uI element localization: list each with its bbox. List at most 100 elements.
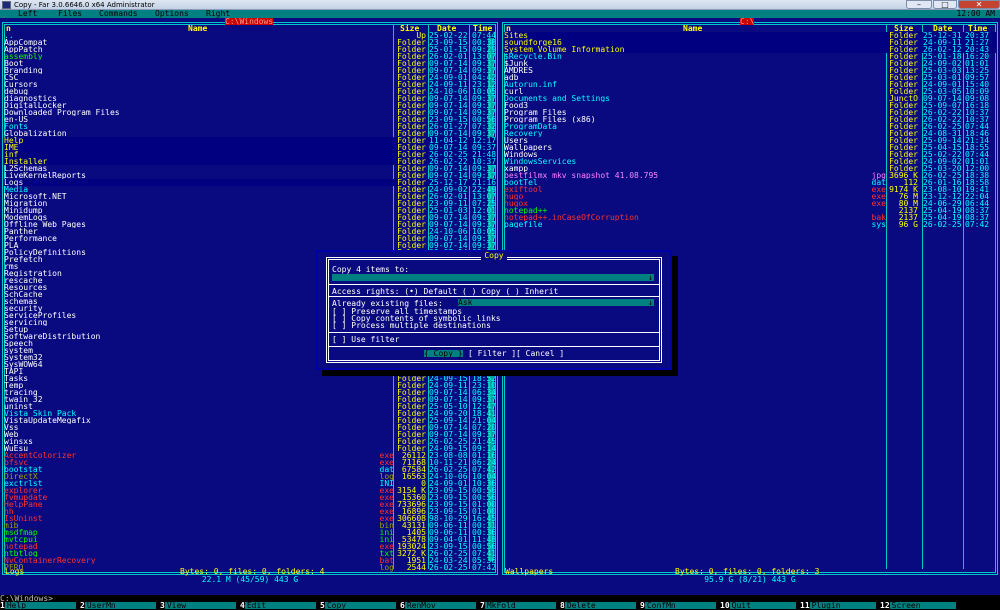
file-name: ntbtlog — [4, 550, 38, 557]
left-panel-footer: 22.1 M (45/59) 443 G — [201, 575, 299, 584]
minimize-button[interactable]: – — [906, 0, 932, 9]
right-file-list: Sites Folder 25-12-31 20:37 soundforge16 Fold… — [504, 32, 996, 229]
copy-count-label: Copy 4 items to: — [332, 265, 410, 274]
file-name: msdfmap — [4, 529, 38, 536]
file-name: DigitalLocker — [4, 102, 67, 109]
file-name: exiftool — [504, 186, 543, 193]
dialog-separator — [328, 284, 660, 285]
chevron-down-icon[interactable]: ↓ — [648, 299, 653, 307]
menu-commands[interactable]: Commands — [99, 10, 138, 18]
file-name: Performance — [4, 235, 57, 242]
fkey-view[interactable]: 3 View — [160, 602, 236, 610]
menu-bar: Left Files Commands Options Right — [0, 10, 1000, 18]
fkey-help[interactable]: 1 Help — [0, 602, 76, 610]
file-name: ProgramData — [504, 123, 557, 130]
copy-button[interactable]: { Copy } — [424, 350, 463, 358]
file-name: Microsoft.NET — [4, 193, 67, 200]
menu-options[interactable]: Options — [155, 10, 189, 18]
file-name: PLA — [4, 242, 19, 249]
right-selection-stat: Bytes: 0, files: 0, folders: 3 — [675, 567, 820, 576]
file-name: curl — [504, 88, 524, 95]
file-name: Branding — [4, 67, 43, 74]
dialog-separator — [328, 332, 660, 333]
file-name: Cursors — [4, 81, 38, 88]
file-name: L2Schemas — [4, 165, 48, 172]
fkey-delete[interactable]: 8 Delete — [560, 602, 636, 610]
fkey-renmov[interactable]: 6 RenMov — [400, 602, 476, 610]
fkey-copy[interactable]: 5 Copy — [320, 602, 396, 610]
file-name: Installer — [4, 158, 48, 165]
file-name: WuEsu — [4, 445, 29, 452]
file-name: WindowsServices — [504, 158, 577, 165]
file-name: System Volume Information — [504, 46, 625, 53]
file-name: hugo — [504, 193, 524, 200]
close-button[interactable]: ✕ — [958, 0, 1000, 9]
file-name: Autorun.inf — [504, 81, 557, 88]
history-arrow-icon[interactable]: ↓ — [648, 274, 653, 282]
file-name: Sites — [504, 32, 529, 39]
file-name: winsxs — [4, 438, 33, 445]
fkey-edit[interactable]: 4 Edit — [240, 602, 316, 610]
cancel-button[interactable]: [ Cancel ] — [516, 350, 564, 358]
fkey-confmn[interactable]: 9 ConfMn — [640, 602, 716, 610]
left-panel-path: C:\Windows — [225, 17, 274, 26]
file-name: exctrlst — [4, 480, 43, 487]
file-name: Web — [4, 431, 19, 438]
multiple-destinations-checkbox[interactable]: [ ] Process multiple destinations — [332, 322, 491, 330]
file-name: AMDRES — [504, 67, 533, 74]
file-name: Logs — [4, 179, 24, 186]
left-col-n: n — [6, 24, 11, 33]
file-name: bfsvc — [4, 459, 29, 466]
file-row[interactable]: pagefile sys 96 G 26-02-25 07:42 — [504, 220, 996, 229]
filter-button[interactable]: [ Filter ] — [468, 350, 516, 358]
file-name: Program Files — [504, 109, 567, 116]
fkey-usermn[interactable]: 2 UserMn — [80, 602, 156, 610]
file-name: IsUninst — [4, 515, 43, 522]
fkey-quit[interactable]: 10 Quit — [720, 602, 796, 610]
file-name: VistaUpdateMegafix — [4, 417, 91, 424]
menu-left[interactable]: Left — [18, 10, 37, 18]
clock: 12:00 AM — [956, 9, 995, 18]
file-name: Minidump — [4, 207, 43, 214]
existing-files-select[interactable]: Ask ↓ — [458, 299, 654, 307]
file-name: twain_32 — [4, 396, 43, 403]
right-col-name: Name — [683, 24, 703, 33]
file-name: Panther — [4, 228, 38, 235]
file-name: uninst — [4, 403, 33, 410]
use-filter-checkbox[interactable]: [ ] Use filter — [332, 336, 399, 344]
file-name: tracing — [4, 389, 38, 396]
file-name: Vss — [4, 424, 19, 431]
fkey-mkfold[interactable]: 7 MkFold — [480, 602, 556, 610]
file-name: Food3 — [504, 102, 529, 109]
fkey-plugin[interactable]: 11 Plugin — [800, 602, 876, 610]
file-name: Wallpapers — [504, 144, 553, 151]
right-panel-path: C:\ — [740, 17, 755, 26]
menu-right[interactable]: Right — [206, 10, 230, 18]
file-name: Windows — [504, 151, 538, 158]
menu-files[interactable]: Files — [58, 10, 82, 18]
file-size: 96 G — [898, 220, 918, 229]
dialog-separator — [328, 296, 660, 297]
access-rights-radio-group[interactable]: Access rights: (•) Default ( ) Copy ( ) … — [332, 288, 558, 296]
file-name: pagefile — [504, 221, 543, 228]
file-name: soundforge16 — [504, 39, 562, 46]
left-col-name: Name — [188, 24, 208, 33]
file-name: Fonts — [4, 123, 29, 130]
destination-input[interactable]: ↓ — [332, 274, 654, 282]
window-titlebar: Copy - Far 3.0.6646.0 x64 Administrator … — [0, 0, 1000, 10]
file-name: Users — [504, 137, 529, 144]
file-name: xampp — [504, 165, 529, 172]
file-name: Temp — [4, 382, 24, 389]
file-name: AppCompat — [4, 39, 48, 46]
file-name: IME — [4, 144, 19, 151]
file-name: NvContainerRecovery — [4, 557, 96, 564]
maximize-button[interactable]: □ — [933, 0, 957, 9]
fkey-screen[interactable]: 12 Screen — [880, 602, 956, 610]
file-name: en-US — [4, 116, 29, 123]
left-status-line: Logs Bytes: 0, files: 0, folders: 4 — [5, 568, 495, 576]
file-name: hugox — [504, 200, 529, 207]
file-extension: sys — [871, 220, 886, 229]
file-name: fvmupdate — [4, 494, 48, 501]
file-name: AccentColorizer — [4, 452, 77, 459]
existing-files-label: Already existing files: — [332, 299, 443, 308]
